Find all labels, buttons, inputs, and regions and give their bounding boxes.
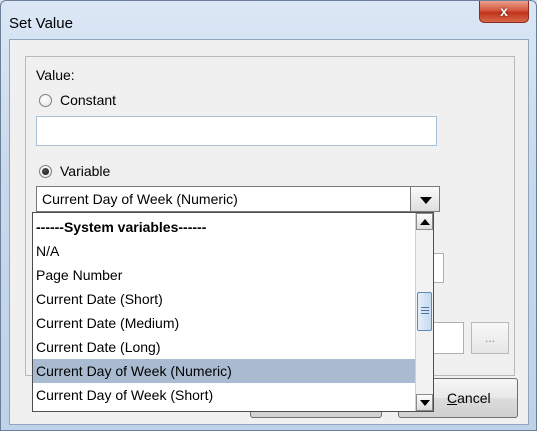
scroll-up-icon (420, 219, 430, 225)
variable-dropdown-list[interactable]: ------System variables------ N/A Page Nu… (32, 212, 434, 412)
grip-line (421, 310, 429, 311)
scroll-track[interactable] (417, 231, 432, 394)
close-icon: x (500, 3, 508, 19)
scroll-down-icon (420, 400, 430, 406)
scroll-thumb[interactable] (417, 292, 432, 331)
list-item[interactable]: Current Date (Long) (33, 335, 415, 359)
browse-button-label: ... (484, 331, 495, 345)
value-label: Value: (36, 67, 75, 83)
chevron-down-icon (420, 197, 432, 204)
constant-radio-label[interactable]: Constant (60, 92, 116, 108)
variable-select-value: Current Day of Week (Numeric) (42, 191, 238, 207)
list-item[interactable]: Current Date (Short) (33, 287, 415, 311)
list-item[interactable]: Current Day of Week (Short) (33, 383, 415, 407)
list-item[interactable]: N/A (33, 239, 415, 263)
close-button[interactable]: x (479, 1, 529, 23)
list-item-selected[interactable]: Current Day of Week (Numeric) (33, 359, 415, 383)
variable-select-arrow[interactable] (410, 186, 440, 212)
constant-value-field[interactable] (36, 116, 437, 146)
radio-selected-dot (42, 168, 49, 175)
variable-radio-label[interactable]: Variable (60, 163, 110, 179)
list-item[interactable]: Page Number (33, 263, 415, 287)
variable-select[interactable]: Current Day of Week (Numeric) (36, 186, 440, 212)
grip-line (421, 307, 429, 308)
scroll-up-button[interactable] (416, 213, 433, 230)
variable-radio[interactable] (39, 165, 52, 178)
grip-line (421, 313, 429, 314)
list-group-header: ------System variables------ (36, 219, 207, 235)
dropdown-scrollbar[interactable] (415, 213, 433, 411)
scroll-down-button[interactable] (416, 394, 433, 411)
dialog-title: Set Value (9, 15, 73, 32)
constant-radio[interactable] (39, 94, 52, 107)
list-item[interactable]: Current Date (Medium) (33, 311, 415, 335)
browse-button[interactable]: ... (471, 322, 509, 354)
cancel-button-label: Cancel (447, 390, 491, 406)
title-bar[interactable]: Set Value x (1, 1, 536, 41)
